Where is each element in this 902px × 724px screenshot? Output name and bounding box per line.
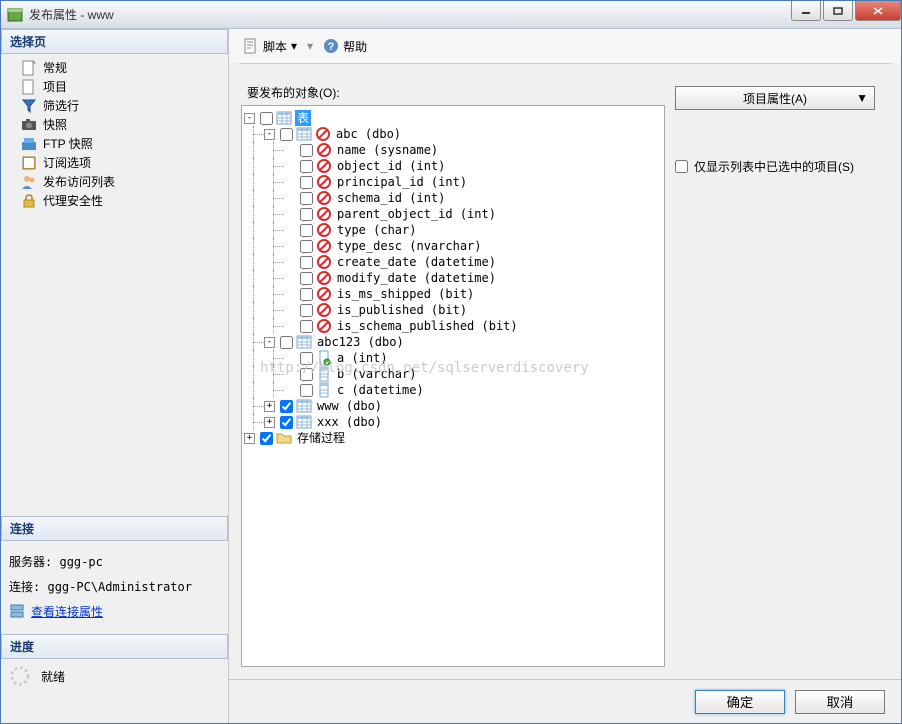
show-only-checked-label: 仅显示列表中已选中的项目(S) — [694, 158, 854, 175]
tree-checkbox[interactable] — [300, 320, 313, 333]
maximize-button[interactable] — [823, 1, 853, 21]
tree-checkbox[interactable] — [300, 288, 313, 301]
select-page-header: 选择页 — [1, 29, 228, 54]
expand-toggle[interactable]: - — [244, 113, 255, 124]
tree-checkbox[interactable] — [280, 128, 293, 141]
ftp-icon — [21, 136, 37, 152]
help-icon: ? — [323, 38, 339, 54]
tree-checkbox[interactable] — [300, 224, 313, 237]
tree-column[interactable]: parent_object_id (int) — [335, 206, 498, 222]
tree-checkbox[interactable] — [280, 336, 293, 349]
article-properties-button[interactable]: 项目属性(A) ▼ — [675, 86, 875, 110]
tree-column[interactable]: name (sysname) — [335, 142, 440, 158]
lock-icon — [21, 193, 37, 209]
tree-column[interactable]: b (varchar) — [335, 366, 418, 382]
server-icon — [9, 603, 25, 619]
tree-column[interactable]: c (datetime) — [335, 382, 426, 398]
tree-checkbox[interactable] — [300, 352, 313, 365]
objects-to-publish-label: 要发布的对象(O): — [247, 84, 665, 101]
objects-tree[interactable]: - 表 - abc (dbo)name (sysname)object_id (int… — [241, 105, 665, 667]
tree-table[interactable]: abc123 (dbo) — [315, 334, 406, 350]
tree-column[interactable]: schema_id (int) — [335, 190, 447, 206]
server-label: 服务器: ggg-pc — [9, 553, 220, 570]
tree-checkbox[interactable] — [300, 144, 313, 157]
svg-text:?: ? — [328, 41, 335, 53]
expand-toggle[interactable]: + — [244, 433, 255, 444]
tree-checkbox[interactable] — [300, 208, 313, 221]
page-icon — [21, 60, 37, 76]
tree-column[interactable]: object_id (int) — [335, 158, 447, 174]
expand-toggle[interactable]: - — [264, 337, 275, 348]
script-icon — [243, 38, 259, 54]
nav-subscription-options[interactable]: 订阅选项 — [3, 153, 226, 172]
tree-column[interactable]: principal_id (int) — [335, 174, 469, 190]
users-icon — [21, 174, 37, 190]
sidebar: 选择页 常规 项目 筛选行 快照 FTP 快照 订阅选项 发布访问列表 代理安全… — [1, 29, 229, 723]
tree-column[interactable]: is_published (bit) — [335, 302, 469, 318]
minimize-button[interactable] — [791, 1, 821, 21]
nav-publication-access-list[interactable]: 发布访问列表 — [3, 172, 226, 191]
tree-checkbox[interactable] — [280, 400, 293, 413]
expand-toggle[interactable]: + — [264, 417, 275, 428]
nav-articles[interactable]: 项目 — [3, 77, 226, 96]
nav-snapshot[interactable]: 快照 — [3, 115, 226, 134]
show-only-checked-row[interactable]: 仅显示列表中已选中的项目(S) — [675, 158, 889, 175]
nav-filter-rows[interactable]: 筛选行 — [3, 96, 226, 115]
cancel-button[interactable]: 取消 — [795, 690, 885, 714]
tree-column[interactable]: create_date (datetime) — [335, 254, 498, 270]
app-icon — [7, 7, 23, 23]
view-connection-properties-link[interactable]: 查看连接属性 — [9, 603, 103, 620]
nav-general[interactable]: 常规 — [3, 58, 226, 77]
tree-column[interactable]: type_desc (nvarchar) — [335, 238, 484, 254]
book-icon — [21, 155, 37, 171]
spinner-icon — [9, 665, 31, 687]
page-icon — [21, 79, 37, 95]
show-only-checked-checkbox[interactable] — [675, 160, 688, 173]
expand-toggle[interactable]: - — [264, 129, 275, 140]
tree-checkbox[interactable] — [300, 160, 313, 173]
tree-checkbox[interactable] — [300, 384, 313, 397]
tree-table[interactable]: abc (dbo) — [334, 126, 403, 142]
expand-toggle[interactable]: + — [264, 401, 275, 412]
close-button[interactable] — [855, 1, 901, 21]
chevron-down-icon: ▾ — [291, 39, 297, 53]
tree-checkbox[interactable] — [300, 272, 313, 285]
tree-column[interactable]: is_ms_shipped (bit) — [335, 286, 476, 302]
toolbar: 脚本 ▾ ▾ ? 帮助 — [229, 29, 901, 63]
tree-column[interactable]: a (int) — [335, 350, 390, 366]
connection-label: 连接: ggg-PC\Administrator — [9, 578, 220, 595]
tree-root-tables[interactable]: 表 — [295, 110, 311, 126]
tree-checkbox[interactable] — [300, 176, 313, 189]
tree-checkbox[interactable] — [300, 192, 313, 205]
progress-header: 进度 — [1, 634, 228, 659]
tree-checkbox[interactable] — [280, 416, 293, 429]
tree-checkbox[interactable] — [260, 112, 273, 125]
tree-checkbox[interactable] — [300, 256, 313, 269]
tree-checkbox[interactable] — [300, 304, 313, 317]
tree-checkbox[interactable] — [260, 432, 273, 445]
nav-ftp-snapshot[interactable]: FTP 快照 — [3, 134, 226, 153]
nav-agent-security[interactable]: 代理安全性 — [3, 191, 226, 210]
camera-icon — [21, 117, 37, 133]
tree-stored-procedures[interactable]: 存储过程 — [295, 430, 347, 446]
chevron-down-icon: ▼ — [856, 91, 868, 105]
footer: 确定 取消 — [229, 679, 901, 723]
tree-table[interactable]: xxx (dbo) — [315, 414, 384, 430]
titlebar: 发布属性 - www — [1, 1, 901, 29]
main-panel: 脚本 ▾ ▾ ? 帮助 要发布的对象(O): - 表 - abc (dbo)name … — [229, 29, 901, 723]
nav-list: 常规 项目 筛选行 快照 FTP 快照 订阅选项 发布访问列表 代理安全性 — [1, 54, 228, 214]
progress-status: 就绪 — [41, 668, 65, 685]
ok-button[interactable]: 确定 — [695, 690, 785, 714]
filter-icon — [21, 98, 37, 114]
connection-header: 连接 — [1, 516, 228, 541]
tree-checkbox[interactable] — [300, 368, 313, 381]
script-button[interactable]: 脚本 ▾ — [239, 36, 301, 57]
tree-column[interactable]: modify_date (datetime) — [335, 270, 498, 286]
help-button[interactable]: ? 帮助 — [319, 36, 371, 57]
window-title: 发布属性 - www — [29, 6, 789, 23]
tree-checkbox[interactable] — [300, 240, 313, 253]
tree-table[interactable]: www (dbo) — [315, 398, 384, 414]
tree-column[interactable]: type (char) — [335, 222, 418, 238]
tree-column[interactable]: is_schema_published (bit) — [335, 318, 520, 334]
